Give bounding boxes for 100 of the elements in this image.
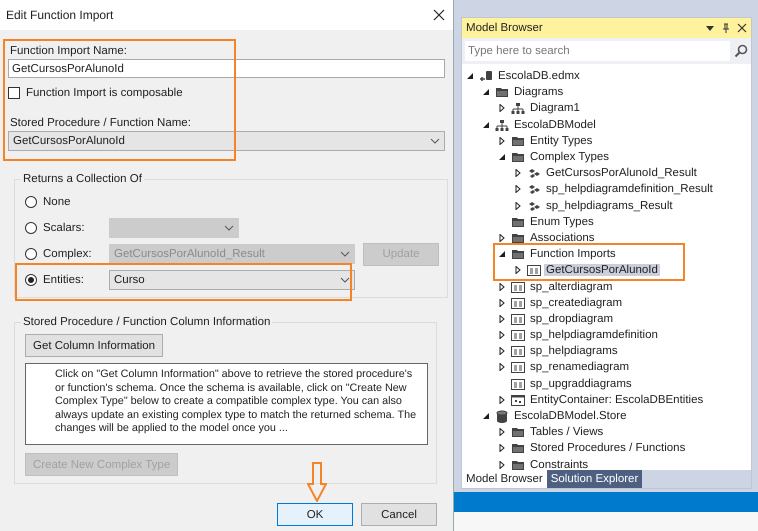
checkbox[interactable]: [8, 87, 20, 99]
tree-item[interactable]: sp_helpdiagrams: [528, 345, 620, 358]
tree-item[interactable]: Stored Procedures / Functions: [528, 442, 688, 454]
close-icon[interactable]: [737, 23, 747, 33]
tree-item[interactable]: EscolaDBModel: [512, 118, 598, 131]
tree-item[interactable]: sp_upgraddiagrams: [528, 378, 634, 390]
radio-button[interactable]: [25, 222, 37, 234]
close-icon[interactable]: [433, 9, 445, 21]
panel-tab[interactable]: Model Browser: [462, 470, 547, 488]
tree-item[interactable]: Enum Types: [528, 216, 596, 228]
folder-icon: [510, 247, 526, 262]
expand-triangle-icon[interactable]: [498, 347, 506, 356]
group-title: Stored Procedure / Function Column Information: [22, 316, 272, 328]
hierarchy-icon: [494, 118, 510, 132]
search-field[interactable]: Type here to search: [465, 41, 730, 61]
caret-icon: [224, 225, 234, 231]
expand-triangle-icon[interactable]: [498, 331, 506, 340]
tree-item[interactable]: EntityContainer: EscolaDBEntities: [528, 394, 706, 406]
search-icon[interactable]: [734, 44, 748, 58]
panel-title: Model Browser: [466, 22, 543, 34]
tree-item[interactable]: sp_dropdiagram: [528, 312, 616, 325]
expand-triangle-icon[interactable]: [514, 169, 522, 178]
ok-button[interactable]: OK: [277, 503, 353, 526]
panel-tab[interactable]: Solution Explorer: [546, 470, 642, 488]
expand-triangle-icon[interactable]: [498, 136, 506, 145]
expand-triangle-icon[interactable]: [498, 282, 506, 291]
tree-item[interactable]: GetCursosPorAlunoId_Result: [544, 167, 699, 180]
radio-label: None: [43, 196, 72, 208]
pin-icon[interactable]: [721, 23, 731, 33]
table-icon: [510, 280, 526, 294]
expand-triangle-icon[interactable]: [498, 460, 506, 469]
radio-label: Scalars:: [43, 222, 86, 234]
expand-triangle-icon[interactable]: [498, 104, 506, 112]
tree-item[interactable]: Associations: [528, 232, 597, 244]
tree-item[interactable]: Complex Types: [528, 151, 612, 164]
table-icon: [510, 296, 526, 310]
tree-item[interactable]: Entity Types: [528, 134, 594, 147]
radio-label: Entities:: [43, 274, 85, 286]
dropdown[interactable]: Curso: [109, 270, 355, 290]
radio-button[interactable]: [25, 274, 37, 286]
collapse-triangle-icon[interactable]: [482, 88, 490, 96]
folder-icon: [510, 425, 526, 440]
expand-triangle-icon[interactable]: [514, 202, 522, 210]
group-title: Returns a Collection Of: [22, 173, 143, 185]
radio-button[interactable]: [25, 248, 37, 260]
collapse-triangle-icon[interactable]: [466, 72, 474, 80]
expand-triangle-icon[interactable]: [498, 363, 506, 372]
tree-item[interactable]: sp_alterdiagram: [528, 280, 614, 293]
file-icon: [478, 69, 494, 84]
expand-triangle-icon[interactable]: [498, 298, 506, 307]
caret-icon: [430, 138, 440, 144]
caret-icon: [340, 251, 350, 257]
expand-triangle-icon[interactable]: [514, 185, 522, 194]
folder-icon: [510, 441, 526, 456]
checkbox-label: Function Import is composable: [26, 87, 183, 99]
table-icon: [510, 360, 526, 374]
caret-icon: [340, 277, 350, 283]
tree-item[interactable]: sp_creatediagram: [528, 296, 624, 309]
tree-item[interactable]: Diagrams: [512, 86, 566, 98]
database-icon: [494, 409, 510, 424]
table-icon: [510, 392, 526, 407]
tree-item[interactable]: Constraints: [528, 458, 590, 470]
dropdown-icon[interactable]: [705, 23, 715, 33]
radio-button[interactable]: [25, 196, 37, 208]
expand-triangle-icon[interactable]: [498, 396, 506, 404]
tree-item[interactable]: EscolaDB.edmx: [496, 70, 582, 82]
expand-triangle-icon[interactable]: [498, 234, 506, 242]
collapse-triangle-icon[interactable]: [482, 412, 490, 420]
name-field[interactable]: GetCursosPorAlunoId: [8, 59, 445, 78]
collapse-triangle-icon[interactable]: [482, 120, 490, 129]
radio-label: Complex:: [43, 248, 93, 260]
info-text: Click on "Get Column Information" above to retrieve the stored procedure's or function's schema. Once the schema is available, click on "Create New Complex Type" below to create a compatible complex type. You can also always update an existing complex type to match the returned schema. The changes will be applied to the model once you ...: [25, 363, 428, 445]
tree-item[interactable]: EscolaDBModel.Store: [512, 410, 628, 422]
tree-item[interactable]: sp_helpdiagrams_Result: [544, 200, 675, 212]
collapse-triangle-icon[interactable]: [498, 250, 506, 258]
table-icon: [526, 263, 542, 278]
table-icon: [510, 344, 526, 358]
cancel-button[interactable]: Cancel: [361, 503, 437, 526]
tree-item[interactable]: GetCursosPorAlunoId: [544, 264, 660, 276]
folder-icon: [510, 150, 526, 164]
table-icon: [510, 376, 526, 391]
tree-item[interactable]: Function Imports: [528, 248, 618, 260]
expand-triangle-icon[interactable]: [498, 444, 506, 452]
tree-item[interactable]: sp_renamediagram: [528, 361, 632, 374]
folder-icon: [494, 85, 510, 100]
window-title: Edit Function Import: [6, 8, 114, 22]
procedure-dropdown[interactable]: GetCursosPorAlunoId: [8, 131, 445, 151]
field-label: Function Import Name:: [9, 45, 128, 59]
tree-item[interactable]: Diagram1: [528, 102, 582, 114]
expand-triangle-icon[interactable]: [514, 266, 522, 274]
collapse-triangle-icon[interactable]: [498, 153, 506, 162]
get-column-information-button[interactable]: Get Column Information: [25, 334, 164, 357]
tree-item[interactable]: sp_helpdiagramdefinition: [528, 329, 660, 342]
expand-triangle-icon[interactable]: [498, 428, 506, 436]
tree-item[interactable]: sp_helpdiagramdefinition_Result: [544, 183, 715, 196]
table-icon: [510, 312, 526, 326]
expand-triangle-icon[interactable]: [498, 314, 506, 323]
table-icon: [510, 328, 526, 342]
hierarchy-icon: [510, 101, 526, 116]
tree-item[interactable]: Tables / Views: [528, 426, 606, 438]
